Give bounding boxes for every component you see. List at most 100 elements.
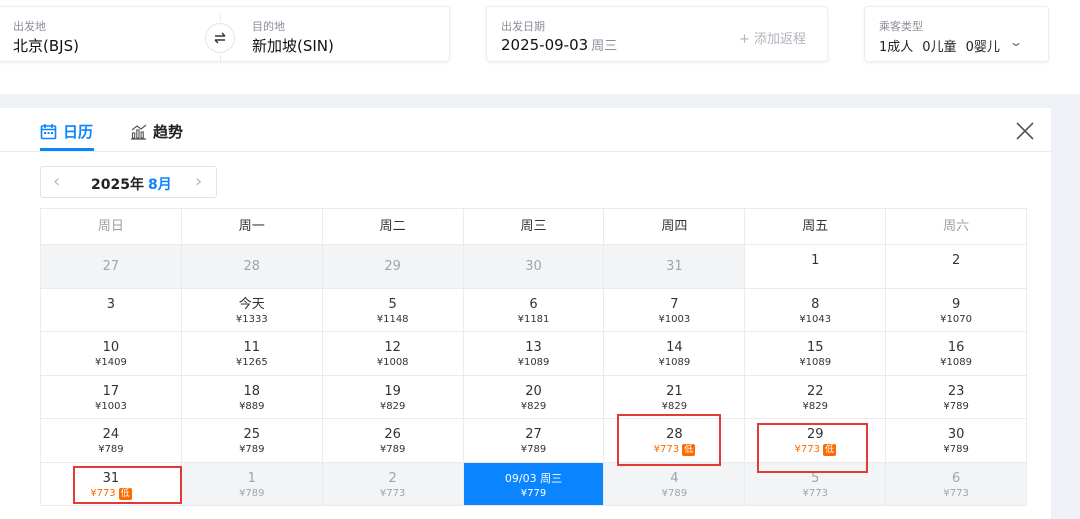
calendar-day[interactable]: 14 ¥1089 (604, 332, 746, 376)
calendar-day[interactable]: 6 ¥1181 (463, 288, 605, 332)
price-value: ¥789 (239, 444, 265, 455)
day-number: 29 (384, 259, 401, 274)
price-value: ¥1070 (940, 313, 972, 325)
price-value: ¥889 (239, 400, 265, 412)
passenger-selector[interactable]: 乘客类型 1成人 0儿童 0婴儿 ⌄ (864, 6, 1049, 62)
destination-label: 目的地 (252, 20, 285, 33)
calendar-day[interactable]: 11 ¥1265 (181, 332, 323, 376)
day-price: ¥829 (464, 400, 604, 414)
calendar-day[interactable]: 31 ¥773 低 (41, 462, 182, 506)
day-price: ¥789 (182, 487, 322, 501)
day-number: 27 (525, 427, 542, 442)
calendar-day[interactable]: 22 ¥829 (745, 375, 887, 419)
day-number: 09/03 周三 (504, 471, 563, 485)
calendar-day[interactable]: 13 ¥1089 (463, 332, 605, 376)
add-return-button[interactable]: + 添加返程 (739, 28, 806, 47)
child-count: 0儿童 (922, 40, 957, 55)
calendar-day[interactable]: 今天 ¥1333 (181, 288, 323, 332)
price-value: ¥1043 (799, 313, 832, 325)
calendar-day[interactable]: 5 ¥773 (745, 462, 887, 506)
weekday-wed: 周三 (463, 209, 605, 245)
calendar-day[interactable]: 17 ¥1003 (41, 375, 182, 419)
calendar-day[interactable]: 28 ¥773 低 (604, 419, 746, 463)
day-number: 26 (384, 427, 401, 442)
calendar-day[interactable]: 25 ¥789 (181, 419, 323, 463)
calendar-day[interactable]: 27 (41, 245, 182, 289)
passenger-value: 1成人 0儿童 0婴儿 (879, 36, 1009, 55)
date-selector: 出发日期 2025-09-03 周三 + 添加返程 (486, 6, 828, 62)
day-price: ¥1089 (745, 356, 885, 370)
calendar-day[interactable]: 29 ¥773 低 (745, 419, 887, 463)
day-price: ¥1089 (464, 356, 604, 370)
weekday-fri: 周五 (745, 209, 887, 245)
destination-field[interactable]: 目的地 新加坡(SIN) (242, 7, 447, 61)
calendar-day[interactable]: 2 ¥773 (322, 462, 464, 506)
price-value: ¥1089 (658, 357, 691, 368)
origin-label: 出发地 (13, 20, 46, 33)
price-value: ¥789 (520, 444, 547, 455)
calendar-day[interactable]: 27 ¥789 (463, 419, 605, 463)
price-value: ¥773 (794, 444, 820, 455)
day-number: 31 (102, 470, 120, 486)
calendar-day[interactable]: 24 ¥789 (41, 419, 182, 463)
day-number: 1 (811, 253, 820, 268)
tab-calendar[interactable]: 日历 (40, 121, 93, 142)
calendar-day[interactable]: 30 (463, 245, 605, 289)
calendar-day[interactable]: 5 ¥1148 (322, 288, 464, 332)
price-value: ¥1148 (376, 313, 409, 325)
tab-trend[interactable]: 趋势 (130, 121, 183, 142)
day-price: ¥773 (323, 487, 463, 501)
price-value: ¥773 (90, 487, 116, 499)
price-value: ¥773 (943, 487, 969, 499)
origin-field[interactable]: 出发地 北京(BJS) (0, 7, 202, 61)
calendar-day[interactable]: 26 ¥789 (322, 419, 464, 463)
calendar-day-selected[interactable]: 09/03 周三 ¥779 (463, 462, 605, 506)
day-price: ¥773 低 (604, 443, 744, 457)
passenger-label: 乘客类型 (879, 20, 923, 33)
price-value: ¥789 (943, 400, 969, 412)
calendar-day[interactable]: 8 ¥1043 (745, 288, 887, 332)
calendar-day[interactable]: 28 (181, 245, 323, 289)
departure-date-label: 出发日期 (501, 20, 545, 33)
calendar-day[interactable]: 12 ¥1008 (322, 332, 464, 376)
day-number: 4 (670, 470, 679, 486)
day-price: ¥829 (745, 400, 885, 414)
prev-month-chevron-icon[interactable]: ‹ (53, 171, 60, 192)
calendar-day[interactable]: 10 ¥1409 (41, 332, 182, 376)
day-number: 9 (951, 296, 961, 312)
calendar-day[interactable]: 7 ¥1003 (604, 288, 746, 332)
calendar-day[interactable]: 21 ¥829 (604, 375, 746, 419)
swap-cities-button[interactable] (205, 23, 235, 53)
calendar-day[interactable]: 19 ¥829 (322, 375, 464, 419)
day-price: ¥773 低 (745, 443, 885, 457)
route-selector: 出发地 北京(BJS) 目的地 新加坡(SIN) (0, 6, 450, 63)
calendar-day[interactable]: 1 (745, 245, 887, 289)
calendar-week-row: 10 ¥1409 11 ¥1265 12 ¥1008 13 ¥1089 14 ¥1089 15 ¥10… (41, 332, 1028, 376)
destination-value: 新加坡(SIN) (252, 37, 334, 55)
calendar-day[interactable]: 30 ¥789 (886, 419, 1028, 463)
calendar-week-row: 17 ¥1003 18 ¥889 19 ¥829 20 ¥829 21 ¥829 22 ¥829 23 ¥… (41, 375, 1028, 419)
next-month-chevron-icon[interactable]: › (195, 171, 202, 192)
calendar-day[interactable]: 23 ¥789 (886, 375, 1028, 419)
calendar-day[interactable]: 20 ¥829 (463, 375, 605, 419)
calendar-day[interactable]: 16 ¥1089 (886, 332, 1028, 376)
calendar-day[interactable]: 6 ¥773 (886, 462, 1028, 506)
tab-calendar-label: 日历 (63, 123, 94, 141)
day-price: ¥789 (886, 443, 1026, 457)
price-value: ¥1333 (235, 313, 268, 325)
calendar-day[interactable]: 29 (322, 245, 464, 289)
calendar-day[interactable]: 15 ¥1089 (745, 332, 887, 376)
calendar-day[interactable]: 2 (886, 245, 1028, 289)
departure-date-field[interactable]: 出发日期 2025-09-03 周三 (487, 7, 707, 61)
day-price: ¥789 (886, 400, 1026, 414)
swap-icon (214, 32, 226, 44)
calendar-day[interactable]: 31 (604, 245, 746, 289)
calendar-day[interactable]: 3 (41, 288, 182, 332)
calendar-day[interactable]: 9 ¥1070 (886, 288, 1028, 332)
close-icon[interactable] (1014, 120, 1036, 142)
price-value: ¥829 (520, 400, 547, 412)
calendar-day[interactable]: 4 ¥789 (604, 462, 746, 506)
calendar-day[interactable]: 1 ¥789 (181, 462, 323, 506)
day-price: ¥789 (604, 487, 744, 501)
calendar-day[interactable]: 18 ¥889 (181, 375, 323, 419)
